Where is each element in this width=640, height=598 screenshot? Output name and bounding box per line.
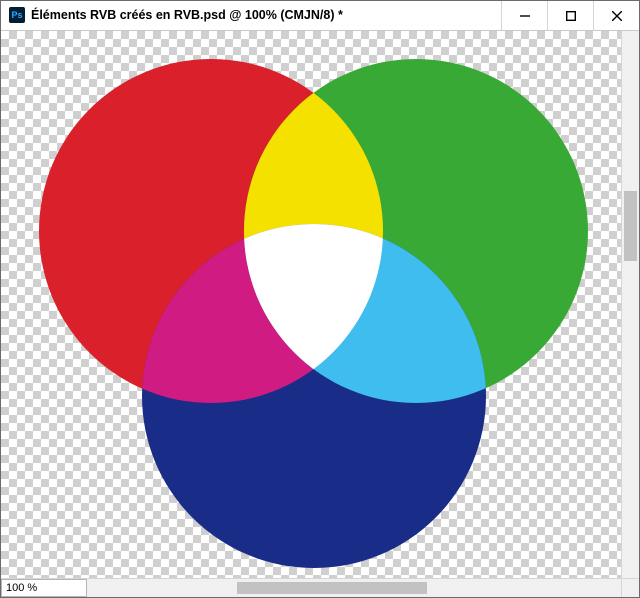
- close-button[interactable]: [593, 1, 639, 30]
- titlebar-spacer: [343, 1, 501, 30]
- minimize-button[interactable]: [501, 1, 547, 30]
- horizontal-scrollbar[interactable]: [87, 579, 621, 597]
- rgb-venn-diagram: [1, 31, 621, 578]
- horizontal-scrollbar-thumb[interactable]: [237, 582, 427, 594]
- maximize-button[interactable]: [547, 1, 593, 30]
- zoom-input[interactable]: [1, 579, 87, 597]
- statusbar: [1, 578, 639, 597]
- maximize-icon: [566, 11, 576, 21]
- document-window: Ps Éléments RVB créés en RVB.psd @ 100% …: [0, 0, 640, 598]
- scrollbar-corner: [621, 579, 639, 597]
- minimize-icon: [520, 11, 530, 21]
- document-title: Éléments RVB créés en RVB.psd @ 100% (CM…: [31, 1, 343, 30]
- document-main: [1, 31, 639, 578]
- document-canvas[interactable]: [1, 31, 621, 578]
- titlebar[interactable]: Ps Éléments RVB créés en RVB.psd @ 100% …: [1, 1, 639, 31]
- close-icon: [612, 11, 622, 21]
- photoshop-icon: Ps: [9, 7, 25, 23]
- vertical-scrollbar-thumb[interactable]: [624, 191, 637, 261]
- vertical-scrollbar[interactable]: [621, 31, 639, 578]
